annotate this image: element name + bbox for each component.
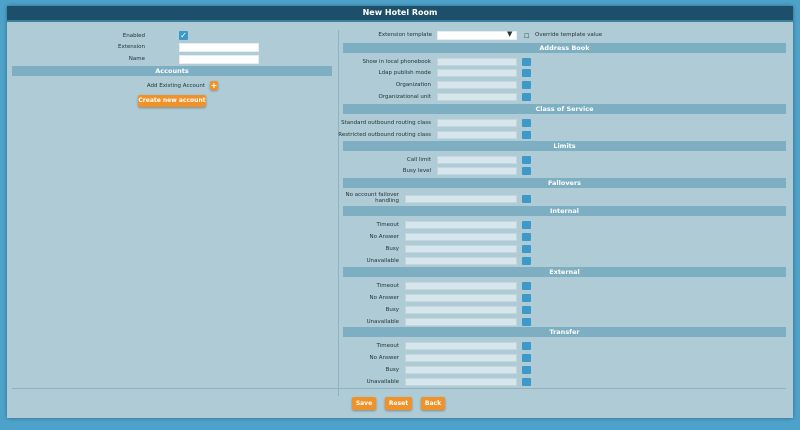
override-toggle[interactable] (522, 366, 531, 374)
external-timeout-input[interactable] (405, 282, 517, 290)
restricted-routing-class-input[interactable] (437, 131, 517, 139)
field-label: Busy (385, 367, 399, 373)
add-account-plus-button[interactable]: + (210, 81, 218, 90)
override-toggle[interactable] (522, 119, 531, 127)
show-in-local-phonebook-input[interactable] (437, 58, 517, 66)
field-label: Unavailable (366, 258, 399, 264)
field-label: Call limit (406, 157, 431, 163)
organization-input[interactable] (437, 81, 517, 89)
field-label: No Answer (369, 295, 400, 301)
override-toggle[interactable] (522, 378, 531, 386)
override-toggle[interactable] (522, 318, 531, 326)
transfer-timeout-input[interactable] (405, 342, 517, 350)
enabled-label: Enabled (122, 33, 145, 39)
section-class-of-service: Class of Service (343, 104, 786, 114)
field-label: No account failover handling (345, 192, 399, 204)
add-existing-account-label: Add Existing Account (146, 83, 205, 89)
organizational-unit-input[interactable] (437, 93, 517, 101)
field-label: No Answer (369, 355, 400, 361)
enabled-checkbox[interactable]: ✓ (179, 31, 188, 40)
internal-no-answer-input[interactable] (405, 233, 517, 241)
section-address-book: Address Book (343, 43, 786, 53)
new-hotel-room-window: New Hotel Room Enabled ✓ Extension Name … (7, 6, 793, 418)
override-toggle[interactable] (522, 167, 531, 175)
section-transfer: Transfer (343, 327, 786, 337)
override-template-label: Override template value (535, 32, 603, 38)
internal-busy-input[interactable] (405, 245, 517, 253)
section-internal: Internal (343, 206, 786, 216)
field-label: Unavailable (366, 319, 399, 325)
field-label: Organizational unit (378, 94, 431, 100)
override-toggle[interactable] (522, 245, 531, 253)
accounts-header: Accounts (12, 66, 332, 76)
section-fallovers: Fallovers (343, 178, 786, 188)
override-toggle[interactable] (522, 354, 531, 362)
field-label: Busy (385, 246, 399, 252)
name-label: Name (128, 56, 145, 62)
override-toggle[interactable] (522, 58, 531, 66)
override-toggle[interactable] (522, 69, 531, 77)
field-label: Unavailable (366, 379, 399, 385)
field-label: Timeout (376, 343, 399, 349)
override-toggle[interactable] (522, 233, 531, 241)
footer-divider (12, 388, 786, 389)
internal-unavailable-input[interactable] (405, 257, 517, 265)
override-toggle[interactable] (522, 282, 531, 290)
window-title: New Hotel Room (7, 6, 793, 22)
reset-button[interactable]: Reset (385, 397, 412, 410)
field-label: Busy level (402, 168, 431, 174)
extension-template-select[interactable] (437, 31, 517, 40)
override-toggle[interactable] (522, 156, 531, 164)
busy-level-input[interactable] (437, 167, 517, 175)
chevron-down-icon: ▼ (507, 30, 513, 38)
override-toggle[interactable] (522, 294, 531, 302)
override-toggle[interactable] (522, 195, 531, 203)
field-label: Timeout (376, 222, 399, 228)
transfer-busy-input[interactable] (405, 366, 517, 374)
save-button[interactable]: Save (352, 397, 376, 410)
override-toggle[interactable] (522, 342, 531, 350)
field-label: Timeout (376, 283, 399, 289)
override-checkbox[interactable]: ☐ (524, 33, 529, 40)
failover-handling-input[interactable] (405, 195, 517, 203)
internal-timeout-input[interactable] (405, 221, 517, 229)
call-limit-input[interactable] (437, 156, 517, 164)
field-label: Busy (385, 307, 399, 313)
override-toggle[interactable] (522, 306, 531, 314)
external-no-answer-input[interactable] (405, 294, 517, 302)
field-label: Restricted outbound routing class (338, 132, 431, 138)
override-toggle[interactable] (522, 257, 531, 265)
field-label: Ldap publish mode (378, 70, 431, 76)
back-button[interactable]: Back (421, 397, 445, 410)
transfer-no-answer-input[interactable] (405, 354, 517, 362)
ldap-publish-mode-input[interactable] (437, 69, 517, 77)
override-toggle[interactable] (522, 131, 531, 139)
standard-routing-class-input[interactable] (437, 119, 517, 127)
section-external: External (343, 267, 786, 277)
external-unavailable-input[interactable] (405, 318, 517, 326)
override-toggle[interactable] (522, 221, 531, 229)
external-busy-input[interactable] (405, 306, 517, 314)
override-toggle[interactable] (522, 81, 531, 89)
create-new-account-button[interactable]: Create new account (138, 95, 206, 107)
section-limits: Limits (343, 141, 786, 151)
extension-label: Extension (117, 44, 145, 50)
transfer-unavailable-input[interactable] (405, 378, 517, 386)
field-label: No Answer (369, 234, 400, 240)
field-label: Organization (395, 82, 431, 88)
field-label: Show in local phonebook (362, 59, 431, 65)
field-label: Standard outbound routing class (341, 120, 431, 126)
override-toggle[interactable] (522, 93, 531, 101)
extension-template-label: Extension template (378, 32, 432, 38)
extension-input[interactable] (179, 43, 259, 52)
name-input[interactable] (179, 55, 259, 64)
